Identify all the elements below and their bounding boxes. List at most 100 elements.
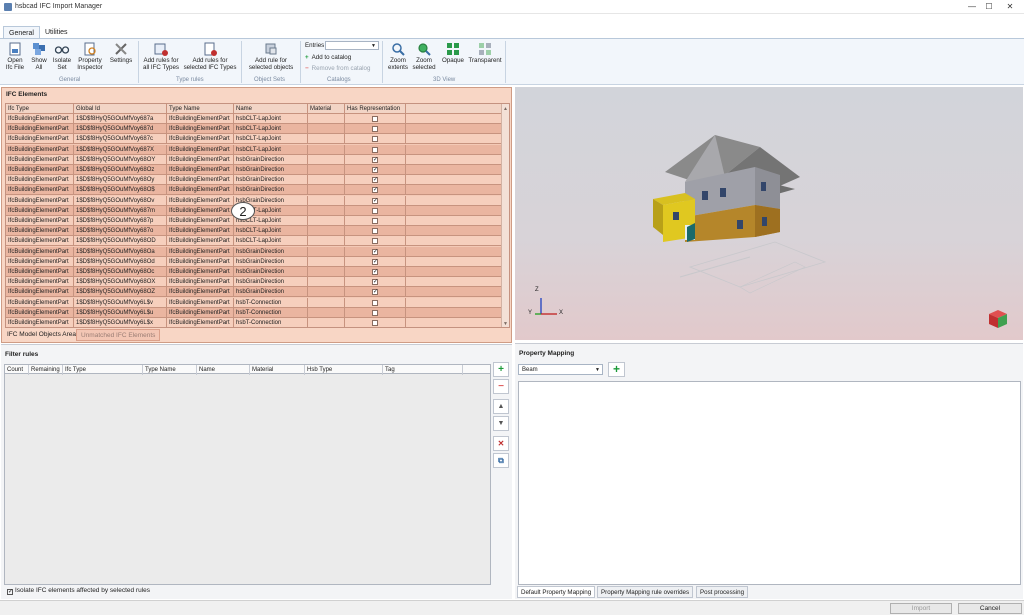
- table-row[interactable]: IfcBuildingElementPart 1$D$f8HyQ5GOuMfVoy…: [6, 216, 502, 226]
- column-header[interactable]: Type Name: [167, 104, 234, 114]
- property-mapping-area[interactable]: [518, 381, 1021, 585]
- table-row[interactable]: IfcBuildingElementPart 1$D$f8HyQ5GOuMfVoy…: [6, 124, 502, 135]
- table-row[interactable]: IfcBuildingElementPart 1$D$f8HyQ5GOuMfVoy…: [6, 297, 502, 308]
- has-representation-checkbox[interactable]: [372, 146, 378, 153]
- add-to-catalog-button[interactable]: + Add to catalog: [305, 54, 351, 61]
- tab-post-processing[interactable]: Post processing: [696, 586, 749, 598]
- copy-rule-button[interactable]: ⧉: [493, 453, 509, 468]
- table-row[interactable]: IfcBuildingElementPart 1$D$f8HyQ5GOuMfVoy…: [6, 307, 502, 318]
- table-row[interactable]: IfcBuildingElementPart 1$D$f8HyQ5GOuMfVoy…: [6, 195, 502, 206]
- tab-ifc-model-objects[interactable]: IFC Model Objects Area: [3, 329, 80, 341]
- has-representation-checkbox[interactable]: ✓: [372, 269, 378, 275]
- column-header[interactable]: Name: [234, 104, 308, 114]
- has-representation-checkbox[interactable]: [372, 218, 378, 224]
- add-mapping-button[interactable]: +: [608, 362, 625, 377]
- isolate-checkbox[interactable]: ✓ Isolate IFC elements affected by select…: [7, 587, 150, 595]
- table-row[interactable]: IfcBuildingElementPart 1$D$f8HyQ5GOuMfVoy…: [6, 277, 502, 288]
- column-header[interactable]: Tag: [383, 365, 463, 375]
- has-representation-checkbox[interactable]: ✓: [372, 156, 378, 163]
- zoom-extents-button[interactable]: Zoom extents: [386, 41, 410, 71]
- remove-from-catalog-button[interactable]: − Remove from catalog: [305, 65, 370, 72]
- add-rules-all-button[interactable]: Add rules for all IFC Types: [141, 41, 181, 71]
- has-representation-checkbox[interactable]: ✓: [372, 177, 378, 184]
- zoom-selected-button[interactable]: Zoom selected: [412, 41, 436, 71]
- has-representation-checkbox[interactable]: ✓: [372, 279, 378, 286]
- column-header[interactable]: Material: [250, 365, 305, 375]
- column-header[interactable]: Count: [5, 365, 29, 375]
- 3d-viewport[interactable]: Z Y X: [515, 87, 1023, 340]
- table-cell-material: [308, 307, 345, 318]
- column-header[interactable]: Name: [197, 365, 250, 375]
- column-header[interactable]: Global Id: [74, 104, 167, 114]
- vertical-scrollbar[interactable]: ▲ ▼: [501, 104, 509, 327]
- table-row[interactable]: IfcBuildingElementPart 1$D$f8HyQ5GOuMfVoy…: [6, 246, 502, 257]
- has-representation-checkbox[interactable]: ✓: [372, 167, 378, 173]
- has-representation-checkbox[interactable]: ✓: [372, 197, 378, 204]
- show-all-button[interactable]: Show All: [29, 41, 49, 71]
- has-representation-checkbox[interactable]: ✓: [372, 258, 378, 265]
- table-row[interactable]: IfcBuildingElementPart 1$D$f8HyQ5GOuMfVoy…: [6, 144, 502, 155]
- table-row[interactable]: IfcBuildingElementPart 1$D$f8HyQ5GOuMfVoy…: [6, 287, 502, 298]
- move-up-button[interactable]: ▲: [493, 399, 509, 414]
- table-cell-name: hsbCLT-LapJoint: [234, 124, 308, 135]
- scroll-down-icon[interactable]: ▼: [503, 321, 508, 327]
- minimize-button[interactable]: —: [966, 1, 978, 13]
- remove-rule-button[interactable]: −: [493, 379, 509, 394]
- table-row[interactable]: IfcBuildingElementPart 1$D$f8HyQ5GOuMfVoy…: [6, 114, 502, 124]
- table-row[interactable]: IfcBuildingElementPart 1$D$f8HyQ5GOuMfVoy…: [6, 175, 502, 186]
- column-header[interactable]: Ifc Type: [63, 365, 143, 375]
- maximize-button[interactable]: ☐: [983, 1, 995, 13]
- has-representation-checkbox[interactable]: [372, 207, 378, 214]
- cancel-button[interactable]: Cancel: [958, 603, 1022, 614]
- has-representation-checkbox[interactable]: [372, 238, 378, 245]
- column-header[interactable]: Type Name: [143, 365, 197, 375]
- has-representation-checkbox[interactable]: [372, 299, 378, 306]
- has-representation-checkbox[interactable]: ✓: [372, 187, 378, 194]
- table-row[interactable]: IfcBuildingElementPart 1$D$f8HyQ5GOuMfVoy…: [6, 134, 502, 145]
- open-ifc-button[interactable]: Open Ifc File: [4, 41, 26, 71]
- table-row[interactable]: IfcBuildingElementPart 1$D$f8HyQ5GOuMfVoy…: [6, 226, 502, 237]
- entries-dropdown[interactable]: ▼: [325, 41, 379, 50]
- move-down-button[interactable]: ▼: [493, 416, 509, 431]
- has-representation-checkbox[interactable]: [372, 126, 378, 133]
- has-representation-checkbox[interactable]: [372, 320, 378, 326]
- has-representation-checkbox[interactable]: ✓: [372, 248, 378, 255]
- has-representation-checkbox[interactable]: [372, 309, 378, 316]
- table-cell-material: [308, 246, 345, 257]
- table-row[interactable]: IfcBuildingElementPart 1$D$f8HyQ5GOuMfVoy…: [6, 256, 502, 267]
- table-row[interactable]: IfcBuildingElementPart 1$D$f8HyQ5GOuMfVoy…: [6, 154, 502, 165]
- column-header[interactable]: Ifc Type: [6, 104, 74, 114]
- table-row[interactable]: IfcBuildingElementPart 1$D$f8HyQ5GOuMfVoy…: [6, 318, 502, 327]
- column-header[interactable]: Remaining: [29, 365, 63, 375]
- has-representation-checkbox[interactable]: [372, 136, 378, 143]
- settings-button[interactable]: Settings: [108, 41, 134, 65]
- transparent-button[interactable]: Transparent: [468, 41, 502, 65]
- opaque-button[interactable]: Opaque: [440, 41, 466, 65]
- filter-rules-grid[interactable]: [4, 364, 491, 585]
- column-header[interactable]: Has Representation: [345, 104, 406, 114]
- scroll-up-icon[interactable]: ▲: [503, 106, 508, 112]
- has-representation-checkbox[interactable]: [372, 116, 378, 122]
- tab-property-mapping-overrides[interactable]: Property Mapping rule overrides: [597, 586, 694, 598]
- column-header[interactable]: Hsb Type: [305, 365, 383, 375]
- table-row[interactable]: IfcBuildingElementPart 1$D$f8HyQ5GOuMfVoy…: [6, 185, 502, 196]
- table-row[interactable]: IfcBuildingElementPart 1$D$f8HyQ5GOuMfVoy…: [6, 165, 502, 175]
- tab-default-property-mapping[interactable]: Default Property Mapping: [517, 586, 596, 598]
- add-rules-selected-button[interactable]: Add rules for selected IFC Types: [183, 41, 237, 71]
- has-representation-checkbox[interactable]: [372, 228, 378, 235]
- isolate-set-button[interactable]: Isolate Set: [51, 41, 73, 71]
- close-button[interactable]: ✕: [1004, 1, 1016, 13]
- import-button[interactable]: Import: [890, 603, 952, 614]
- mapping-type-dropdown[interactable]: Beam ▼: [518, 364, 603, 375]
- clear-rules-button[interactable]: ✕: [493, 436, 509, 451]
- tab-unmatched-ifc-elements[interactable]: Unmatched IFC Elements: [76, 329, 161, 341]
- view-cube-icon[interactable]: [987, 308, 1009, 330]
- column-header[interactable]: Material: [308, 104, 345, 114]
- property-inspector-button[interactable]: Property Inspector: [75, 41, 105, 71]
- checkbox-icon[interactable]: ✓: [7, 589, 13, 595]
- table-row[interactable]: IfcBuildingElementPart 1$D$f8HyQ5GOuMfVoy…: [6, 236, 502, 247]
- has-representation-checkbox[interactable]: ✓: [372, 289, 378, 296]
- add-rule-button[interactable]: +: [493, 362, 509, 377]
- add-rule-selected-objects-button[interactable]: Add rule for selected objects: [245, 41, 297, 71]
- table-row[interactable]: IfcBuildingElementPart 1$D$f8HyQ5GOuMfVoy…: [6, 267, 502, 277]
